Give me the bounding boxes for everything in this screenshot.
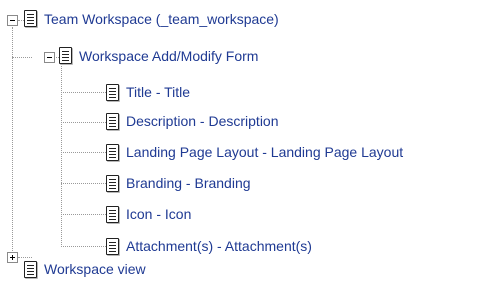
tree-connector bbox=[18, 257, 24, 258]
workspace-tree: Team Workspace (_team_workspace) Workspa… bbox=[0, 0, 481, 291]
tree-connector bbox=[61, 214, 106, 215]
document-icon bbox=[106, 113, 119, 130]
tree-node-label-view[interactable]: Workspace view bbox=[44, 260, 146, 278]
field-label-title[interactable]: Title - Title bbox=[126, 83, 190, 101]
collapse-toggle-icon[interactable] bbox=[44, 52, 55, 63]
expand-toggle-icon[interactable] bbox=[7, 252, 18, 263]
tree-connector bbox=[61, 152, 106, 153]
tree-connector bbox=[61, 246, 106, 247]
document-icon bbox=[106, 144, 119, 161]
tree-connector bbox=[12, 57, 32, 58]
document-icon bbox=[106, 175, 119, 192]
document-icon bbox=[106, 84, 119, 101]
field-label-attachments[interactable]: Attachment(s) - Attachment(s) bbox=[126, 237, 312, 255]
document-icon bbox=[106, 238, 119, 255]
collapse-toggle-icon[interactable] bbox=[7, 15, 18, 26]
document-icon bbox=[106, 206, 119, 223]
tree-node-label-root[interactable]: Team Workspace (_team_workspace) bbox=[44, 10, 279, 28]
tree-node-label-form[interactable]: Workspace Add/Modify Form bbox=[79, 47, 258, 65]
document-icon bbox=[59, 47, 72, 64]
document-icon bbox=[24, 10, 37, 27]
field-label-icon[interactable]: Icon - Icon bbox=[126, 205, 191, 223]
tree-connector bbox=[61, 62, 62, 247]
tree-connector bbox=[61, 183, 106, 184]
field-label-branding[interactable]: Branding - Branding bbox=[126, 174, 251, 192]
tree-connector bbox=[12, 27, 13, 257]
tree-connector bbox=[61, 122, 106, 123]
document-icon bbox=[24, 261, 37, 278]
field-label-landing-page-layout[interactable]: Landing Page Layout - Landing Page Layou… bbox=[126, 143, 403, 161]
field-label-description[interactable]: Description - Description bbox=[126, 112, 279, 130]
tree-connector bbox=[61, 92, 106, 93]
